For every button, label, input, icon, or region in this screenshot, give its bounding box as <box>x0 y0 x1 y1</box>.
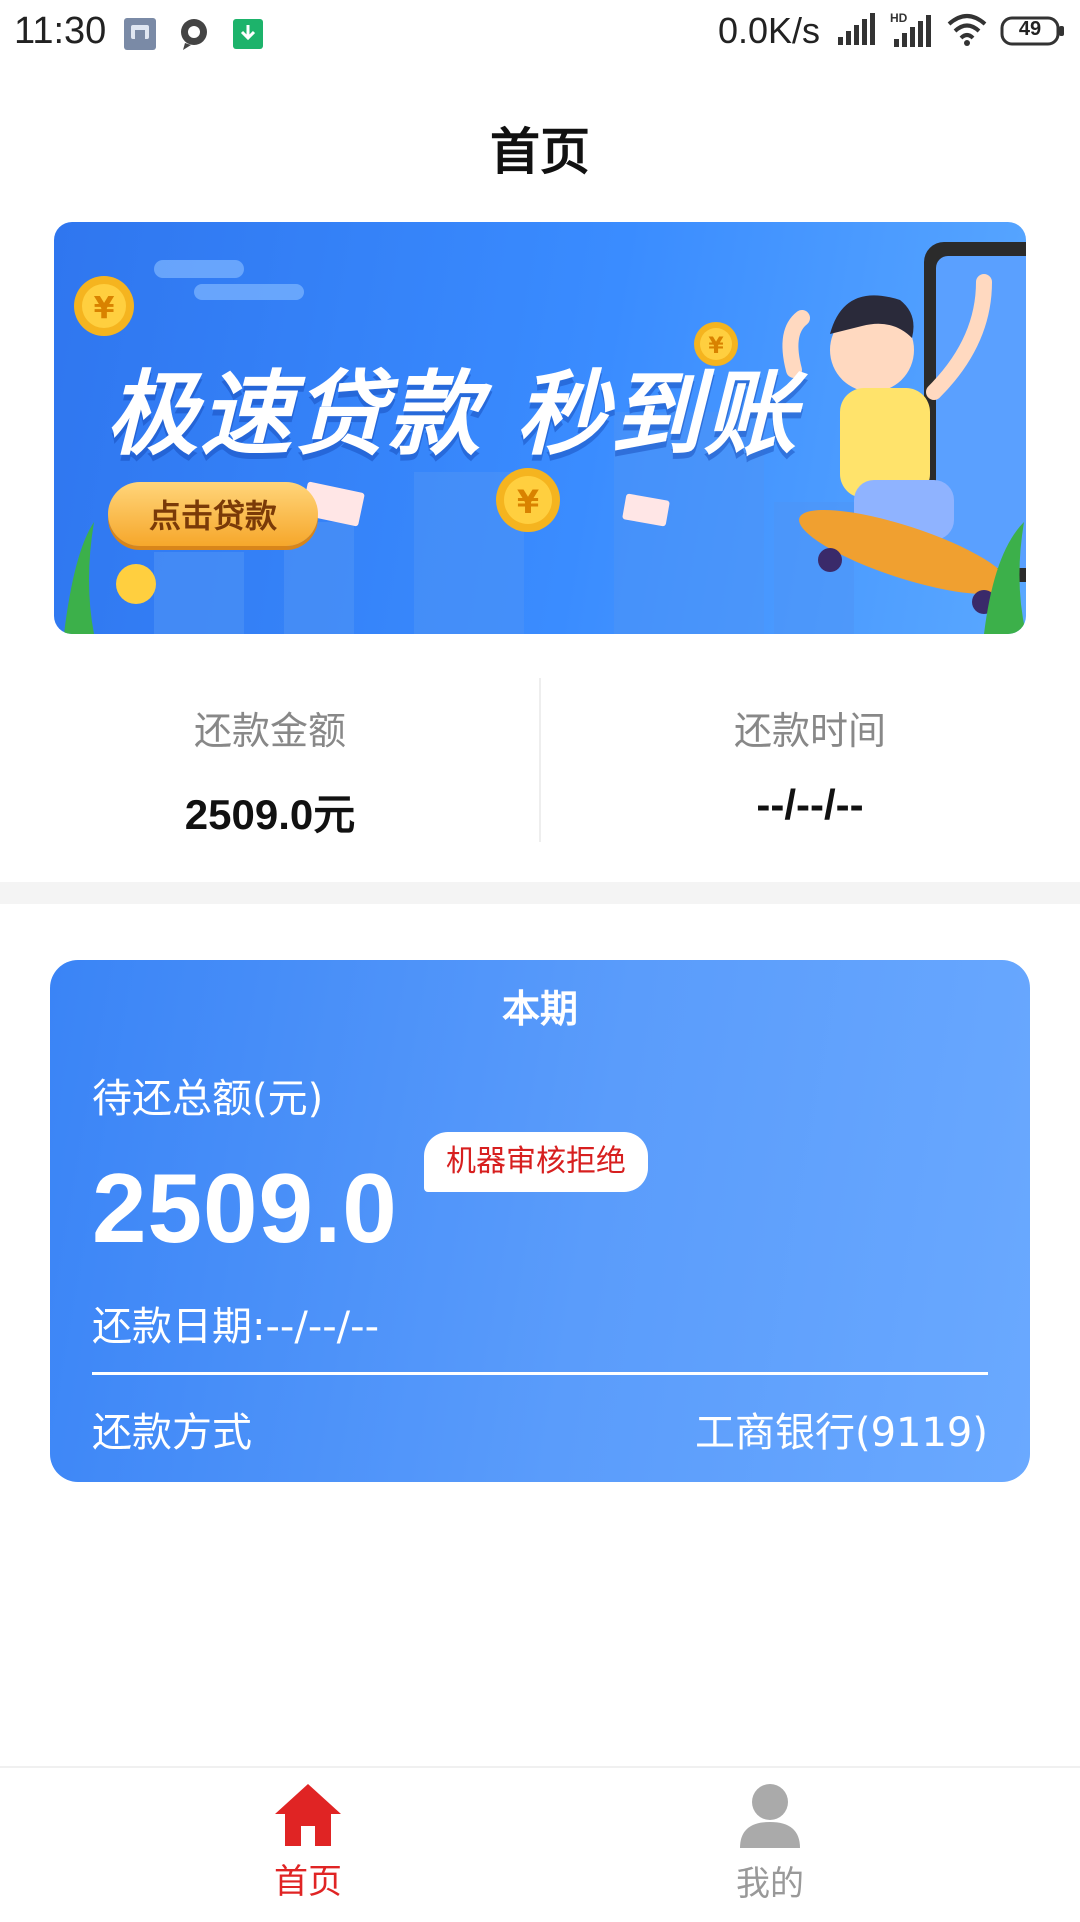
banner-headline: 极速贷款 秒到账 <box>106 361 799 468</box>
repay-time-value: --/--/-- <box>756 781 864 828</box>
status-bar: 11:30 0.0K/s HD 49 <box>0 0 1080 68</box>
battery-level: 49 <box>1018 18 1042 40</box>
notification-icons <box>122 16 266 52</box>
repay-amount-label: 还款金额 <box>193 709 346 753</box>
svg-text:HD: HD <box>890 11 908 25</box>
gallery-icon <box>122 16 158 52</box>
total-due-label: 待还总额(元) <box>92 1076 324 1122</box>
repay-method-label: 还款方式 <box>92 1410 252 1456</box>
svg-text:¥: ¥ <box>94 291 115 326</box>
chat-bubble-icon <box>176 16 212 52</box>
nav-item-home[interactable]: 首页 <box>208 1782 408 1903</box>
page-title: 首页 <box>490 123 590 181</box>
repay-time-block: 还款时间 --/--/-- <box>540 670 1080 829</box>
repay-time-label: 还款时间 <box>733 709 886 753</box>
status-time: 11:30 <box>14 10 107 52</box>
nav-label-home: 首页 <box>274 1862 342 1902</box>
card-title: 本期 <box>501 987 578 1031</box>
hd-signal-icon: HD <box>890 11 934 51</box>
repay-amount-block: 还款金额 2509.0元 <box>0 670 540 842</box>
download-icon <box>230 16 266 52</box>
signal-icon <box>838 13 878 49</box>
total-due-value: 2509.0 <box>92 1153 398 1263</box>
svg-text:¥: ¥ <box>517 483 539 521</box>
user-icon <box>670 1782 870 1854</box>
repayment-summary: 还款金额 2509.0元 还款时间 --/--/-- <box>0 670 1080 842</box>
nav-item-mine[interactable]: 我的 <box>670 1782 870 1905</box>
section-divider <box>0 882 1080 904</box>
status-badge: 机器审核拒绝 <box>424 1132 648 1192</box>
bottom-nav: 首页 我的 <box>0 1766 1080 1922</box>
promo-banner[interactable]: ¥ ¥ ¥ 极速贷款 秒到账 点击贷款 <box>54 222 1026 634</box>
apply-loan-button[interactable]: 点击贷款 <box>108 482 318 546</box>
status-right: 0.0K/s HD 49 <box>718 10 1066 52</box>
due-date: 还款日期:--/--/-- <box>92 1304 380 1350</box>
wifi-icon <box>946 12 988 50</box>
current-period-card[interactable]: 本期 待还总额(元) 2509.0 机器审核拒绝 还款日期:--/--/-- 还… <box>50 960 1030 1482</box>
repay-amount-value: 2509.0元 <box>184 791 356 838</box>
net-speed: 0.0K/s <box>717 10 820 51</box>
battery-icon: 49 <box>1000 15 1066 47</box>
home-icon <box>208 1782 408 1852</box>
card-divider <box>92 1372 988 1375</box>
repay-method-value[interactable]: 工商银行(9119) <box>695 1400 988 1458</box>
nav-label-mine: 我的 <box>736 1864 804 1904</box>
